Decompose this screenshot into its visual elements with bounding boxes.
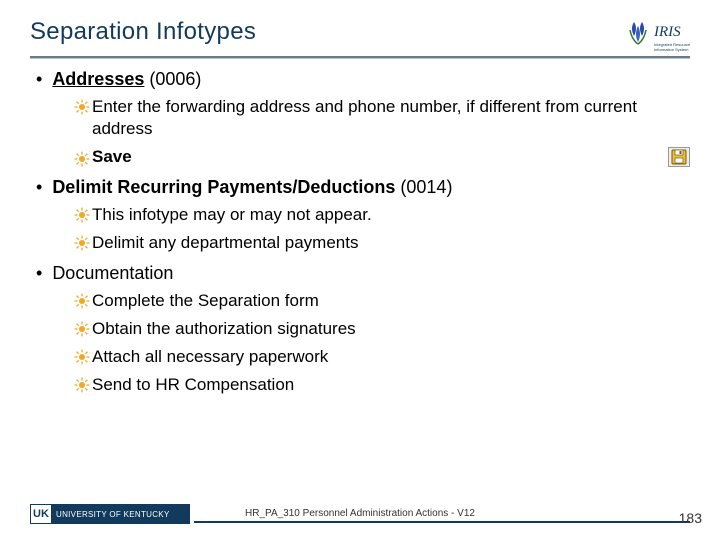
- bullet-level1: • Addresses (0006): [36, 68, 690, 90]
- sun-bullet-icon: [74, 151, 90, 167]
- iris-logo: IRIS Integrated Resource Information Sys…: [622, 18, 690, 54]
- bullet-level2-text: Attach all necessary paperwork: [92, 346, 690, 368]
- bullet-level1: • Documentation: [36, 262, 690, 284]
- iris-logo-text: IRIS: [653, 24, 681, 40]
- bullet-level2-text: This infotype may or may not appear.: [92, 204, 690, 226]
- sun-bullet-icon: [74, 321, 90, 337]
- bullet-dot-icon: •: [36, 176, 42, 198]
- footer-caption: HR_PA_310 Personnel Administration Actio…: [0, 508, 720, 519]
- sun-bullet-icon: [74, 235, 90, 251]
- page-number: 183: [679, 510, 702, 526]
- bullet-level2-text: Obtain the authorization signatures: [92, 318, 690, 340]
- footer: UK UNIVERSITY OF KENTUCKY HR_PA_310 Pers…: [0, 504, 720, 524]
- page-title: Separation Infotypes: [30, 18, 256, 46]
- sun-bullet-icon: [74, 377, 90, 393]
- bullet-level2: Delimit any departmental payments: [74, 232, 690, 254]
- bullet-level2: This infotype may or may not appear.: [74, 204, 690, 226]
- bullet-level2: Attach all necessary paperwork: [74, 346, 690, 368]
- sun-bullet-icon: [74, 207, 90, 223]
- bullet-level2-text: Complete the Separation form: [92, 290, 690, 312]
- title-underline: [30, 56, 690, 58]
- bullet-level2-text: Delimit any departmental payments: [92, 232, 690, 254]
- bullet-level2-text: Enter the forwarding address and phone n…: [92, 96, 690, 140]
- sun-bullet-icon: [74, 99, 90, 115]
- bullet-dot-icon: •: [36, 262, 42, 284]
- bullet-level1-text: Documentation: [52, 262, 173, 284]
- bullet-level2: Complete the Separation form: [74, 290, 690, 312]
- bullet-level1-text: Delimit Recurring Payments/Deductions (0…: [52, 176, 452, 198]
- sun-bullet-icon: [74, 349, 90, 365]
- bullet-level1: • Delimit Recurring Payments/Deductions (…: [36, 176, 690, 198]
- bullet-dot-icon: •: [36, 68, 42, 90]
- bullet-level2-text: Save: [92, 146, 660, 168]
- bullet-level2: Send to HR Compensation: [74, 374, 690, 396]
- bullet-level2-text: Send to HR Compensation: [92, 374, 690, 396]
- svg-text:Information System: Information System: [654, 47, 689, 52]
- bullet-level2: Save: [74, 146, 690, 168]
- bullet-level1-text: Addresses (0006): [52, 68, 201, 90]
- bullet-level2: Obtain the authorization signatures: [74, 318, 690, 340]
- bullet-level2: Enter the forwarding address and phone n…: [74, 96, 690, 140]
- sun-bullet-icon: [74, 293, 90, 309]
- save-icon: [668, 147, 690, 167]
